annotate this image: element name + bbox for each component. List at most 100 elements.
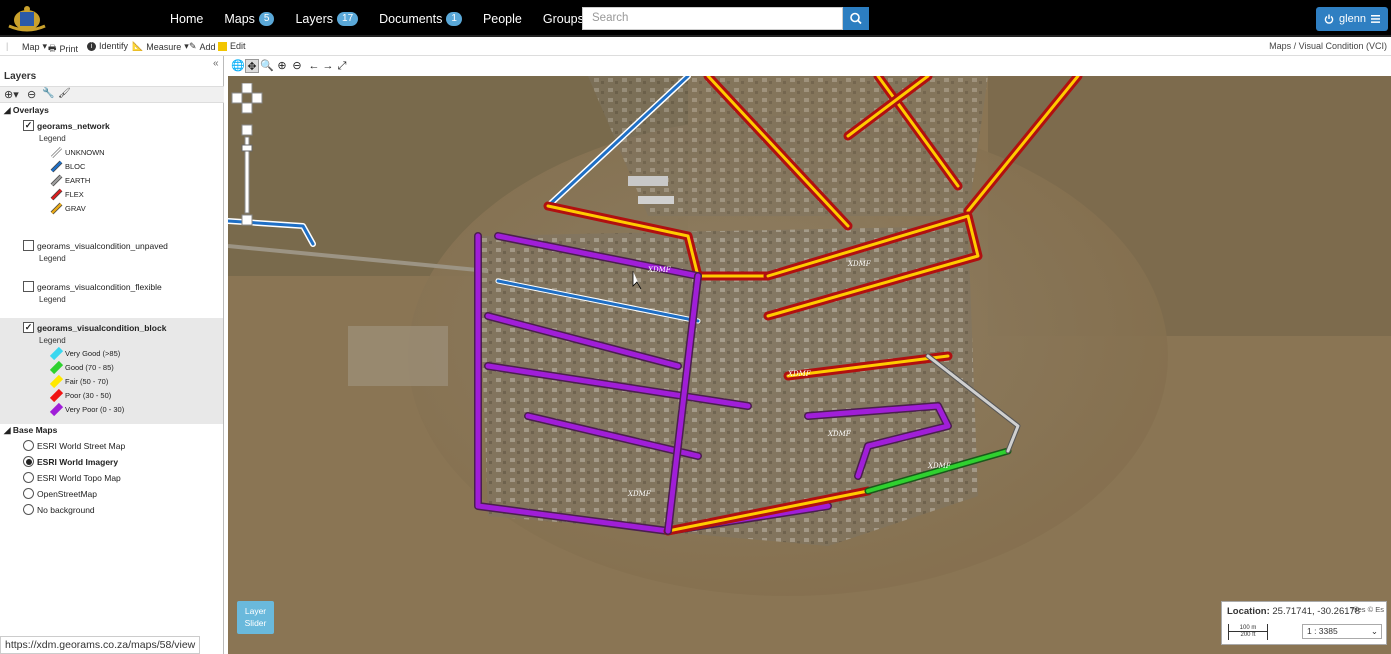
brush-icon[interactable]: 🖌 (58, 88, 71, 99)
legend-text: BLOC (65, 162, 86, 171)
legend-item: Very Good (>85) (50, 347, 120, 360)
full-extent-icon[interactable]: ⤢ (335, 59, 349, 73)
layer-name: georams_visualcondition_unpaved (37, 240, 168, 251)
measure-button[interactable]: 📐 Measure ▾ (132, 41, 189, 52)
basemap-label: No background (37, 504, 95, 515)
layer-checkbox[interactable] (23, 281, 34, 292)
documents-count-badge: 1 (446, 11, 462, 26)
basemap-option[interactable]: ESRI World Street Map (23, 440, 125, 451)
radio-button[interactable] (23, 456, 34, 467)
radio-button[interactable] (23, 504, 34, 515)
basemap-label: ESRI World Topo Map (37, 472, 121, 483)
map-view[interactable]: XDMF XDMF XDMF XDMF XDMF XDMF Layer Slid… (228, 76, 1391, 654)
back-arrow-icon[interactable]: ← (307, 59, 321, 73)
user-menu-button[interactable]: glenn (1316, 7, 1388, 31)
zoom-out-icon[interactable]: ⊖ (290, 59, 304, 73)
legend-item: GRAV (50, 202, 86, 215)
overlays-section[interactable]: ◢ Overlays (4, 105, 49, 116)
map-menu-button[interactable]: Map ▾ (22, 41, 47, 52)
zoom-box-icon[interactable]: 🔍 (260, 59, 274, 73)
radio-button[interactable] (23, 472, 34, 483)
layer-checkbox[interactable]: ✓ (23, 322, 34, 333)
pan-icon[interactable]: ✥ (245, 59, 259, 73)
overlays-label: Overlays (12, 105, 49, 115)
basemap-option[interactable]: ESRI World Topo Map (23, 472, 121, 483)
road-label: XDMF (627, 490, 652, 498)
legend-label: Legend (39, 254, 66, 263)
legend-item: UNKNOWN (50, 146, 105, 159)
zoom-in-icon[interactable]: ⊕ (275, 59, 289, 73)
layer-network[interactable]: ✓ georams_network (23, 120, 110, 131)
nav-maps[interactable]: Maps 5 (224, 11, 275, 26)
line-swatch-icon (50, 361, 63, 374)
edit-label: Edit (230, 41, 246, 51)
globe-icon[interactable]: 🌐 (231, 59, 245, 73)
road-label: XDMF (787, 370, 812, 378)
scale-select[interactable]: 1 : 3385 ⌄ (1302, 624, 1382, 639)
legend-text: Good (70 - 85) (65, 363, 114, 372)
remove-layer-icon[interactable]: ⊖ (27, 88, 36, 101)
road-label: XDMF (647, 266, 672, 274)
location-scale-box: Location: 25.71741, -30.26178 Tiles © Es… (1221, 601, 1387, 645)
line-swatch-icon (50, 375, 63, 388)
layer-flexible[interactable]: georams_visualcondition_flexible (23, 281, 162, 292)
attribution-text: Tiles © Es (1349, 605, 1384, 614)
legend-item: Good (70 - 85) (50, 361, 114, 374)
search-button[interactable] (843, 7, 869, 30)
add-label: Add (199, 41, 216, 52)
legend-text: Poor (30 - 50) (65, 391, 112, 400)
nav-layers[interactable]: Layers 17 (295, 11, 359, 26)
base-maps-label: Base Maps (12, 425, 58, 435)
layer-block[interactable]: ✓ georams_visualcondition_block (23, 322, 166, 333)
forward-arrow-icon[interactable]: → (321, 59, 335, 73)
legend-label: Legend (39, 134, 66, 143)
basemap-option[interactable]: OpenStreetMap (23, 488, 97, 499)
collapse-panel-icon[interactable]: « (213, 58, 219, 69)
road-network-overlay: XDMF XDMF XDMF XDMF XDMF XDMF (228, 76, 1083, 536)
username: glenn (1339, 13, 1366, 25)
nav-people[interactable]: People (483, 12, 522, 26)
measure-label: Measure (146, 41, 182, 52)
layer-checkbox[interactable] (23, 240, 34, 251)
basemap-option[interactable]: ESRI World Imagery (23, 456, 118, 467)
line-swatch-icon (50, 160, 63, 173)
legend-item: FLEX (50, 188, 84, 201)
nav-documents[interactable]: Documents 1 (379, 11, 462, 26)
search-icon (850, 12, 862, 25)
layer-checkbox[interactable]: ✓ (23, 120, 34, 131)
legend-text: FLEX (65, 190, 84, 199)
legend-label: Legend (39, 336, 66, 345)
nav-people-label: People (482, 11, 522, 26)
scale-value: 1 : 3385 (1307, 626, 1338, 636)
legend-text: GRAV (65, 204, 86, 213)
nav-layers-label: Layers (295, 11, 334, 26)
layer-slider-button[interactable]: Layer Slider (237, 601, 274, 634)
search-input[interactable]: Search (582, 7, 843, 30)
breadcrumb: Maps / Visual Condition (VCI) (1269, 41, 1387, 51)
line-swatch-icon (50, 347, 63, 360)
line-swatch-icon (50, 146, 63, 159)
base-maps-section[interactable]: ◢ Base Maps (4, 425, 57, 436)
pan-zoom-control[interactable] (231, 83, 265, 233)
legend-item: Poor (30 - 50) (50, 389, 111, 402)
add-button[interactable]: ✎ Add (189, 41, 216, 52)
print-button[interactable]: 🖶 Print (48, 41, 78, 57)
coat-of-arms-logo[interactable] (6, 4, 48, 33)
add-layer-icon[interactable]: ⊕▾ (4, 88, 19, 101)
top-navbar: Home Maps 5 Layers 17 Documents 1 People Gr… (0, 0, 1391, 37)
road-label: XDMF (847, 260, 872, 268)
edit-button[interactable]: Edit (218, 41, 246, 51)
basemap-option[interactable]: No background (23, 504, 95, 515)
nav-menu: Home Maps 5 Layers 17 Documents 1 People Gr… (170, 0, 605, 37)
radio-button[interactable] (23, 488, 34, 499)
layer-tools: ⊕▾ ⊖ 🔧 🖌 (0, 86, 224, 103)
wrench-icon[interactable]: 🔧 (42, 88, 54, 99)
radio-button[interactable] (23, 440, 34, 451)
hamburger-menu-icon (1370, 15, 1380, 23)
identify-button[interactable]: i Identify (87, 41, 128, 51)
layer-unpaved[interactable]: georams_visualcondition_unpaved (23, 240, 168, 251)
nav-groups[interactable]: Groups (543, 12, 584, 26)
scale-ft: 200 ft (1229, 631, 1267, 638)
legend-text: UNKNOWN (65, 148, 105, 157)
nav-home[interactable]: Home (170, 12, 203, 26)
